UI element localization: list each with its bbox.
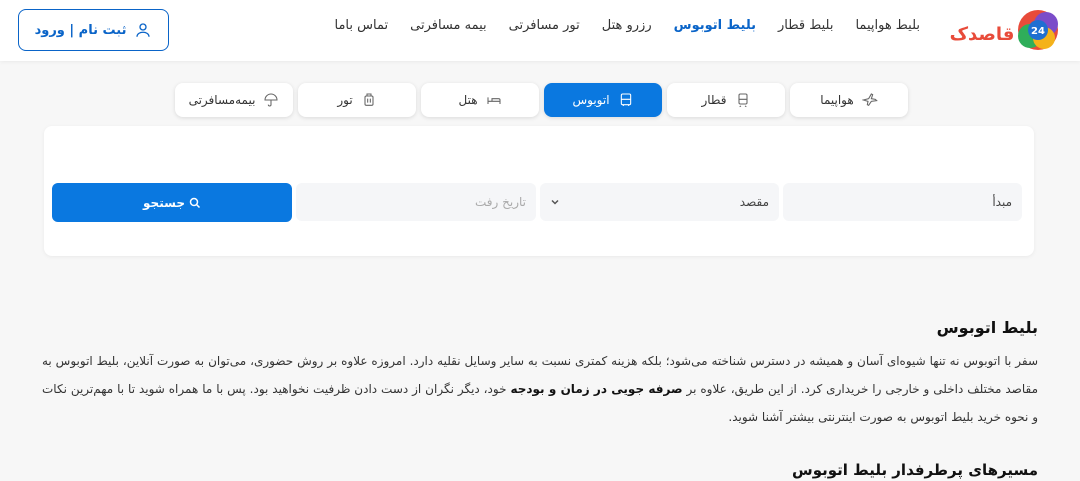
airplane-icon (861, 93, 878, 107)
tab-bus-label: اتوبوس (572, 93, 610, 107)
tab-hotel-label: هتل (458, 93, 478, 107)
nav-tour[interactable]: تور مسافرتی (509, 18, 580, 33)
tab-bus[interactable]: اتوبوس (544, 83, 662, 117)
date-placeholder: تاریخ رفت (474, 195, 526, 209)
train-icon (737, 93, 748, 108)
origin-placeholder: مبدأ (992, 195, 1012, 209)
tab-insurance[interactable]: بیمه‌مسافرتی (175, 83, 293, 117)
nav-train[interactable]: بلیط قطار (778, 18, 833, 33)
nav-insurance[interactable]: بیمه مسافرتی (410, 18, 487, 33)
content-title: بلیط اتوبوس (936, 318, 1038, 337)
destination-label: مقصد (739, 195, 769, 209)
tab-train-label: قطار (701, 93, 727, 107)
logo-badge: 24 (1031, 26, 1045, 37)
logo[interactable]: 24 قاصدک (946, 8, 1060, 52)
paragraph-bold: صرفه جویی در زمان و بودجه (510, 382, 683, 396)
content-section: بلیط اتوبوس سفر با اتوبوس نه تنها شیوه‌ا… (42, 318, 1038, 431)
destination-select[interactable]: مقصد (540, 183, 779, 221)
login-label: ثبت نام | ورود (34, 22, 127, 38)
main-nav: بلیط هواپیما بلیط قطار بلیط اتوبوس رزرو … (335, 18, 921, 33)
tab-flight[interactable]: هواپیما (790, 83, 908, 117)
tab-flight-label: هواپیما (820, 93, 854, 107)
search-button[interactable]: جستجو (52, 183, 292, 222)
origin-field[interactable]: مبدأ (783, 183, 1022, 221)
bed-icon (486, 97, 501, 104)
date-field[interactable]: تاریخ رفت (296, 183, 536, 221)
tab-hotel[interactable]: هتل (421, 83, 539, 117)
chevron-down-icon (551, 199, 559, 205)
nav-flight[interactable]: بلیط هواپیما (855, 18, 920, 33)
tab-tour[interactable]: تور (298, 83, 416, 117)
popular-routes-title: مسیرهای پرطرفدار بلیط اتوبوس (792, 461, 1038, 479)
logo-text: قاصدک (950, 24, 1015, 45)
service-tabs: هواپیما قطار اتوبوس هتل تور بیمه‌مسافرتی (175, 83, 908, 117)
nav-bus[interactable]: بلیط اتوبوس (674, 18, 756, 33)
nav-contact[interactable]: تماس باما (335, 18, 389, 33)
search-card: مبدأ مقصد تاریخ رفت جستجو (44, 126, 1034, 256)
login-button[interactable]: ثبت نام | ورود (18, 9, 169, 51)
site-header: 24 قاصدک بلیط هواپیما بلیط قطار بلیط اتو… (0, 0, 1080, 61)
tab-train[interactable]: قطار (667, 83, 785, 117)
content-paragraph: سفر با اتوبوس نه تنها شیوه‌ای آسان و همی… (42, 347, 1038, 431)
search-button-label: جستجو (143, 195, 185, 210)
bus-icon (620, 93, 631, 106)
search-icon (189, 197, 200, 208)
nav-hotel[interactable]: رزرو هتل (602, 18, 652, 33)
tab-tour-label: تور (337, 93, 353, 107)
tab-insurance-label: بیمه‌مسافرتی (188, 93, 256, 107)
umbrella-icon (264, 93, 278, 107)
user-icon (136, 23, 151, 37)
luggage-icon (364, 93, 374, 106)
